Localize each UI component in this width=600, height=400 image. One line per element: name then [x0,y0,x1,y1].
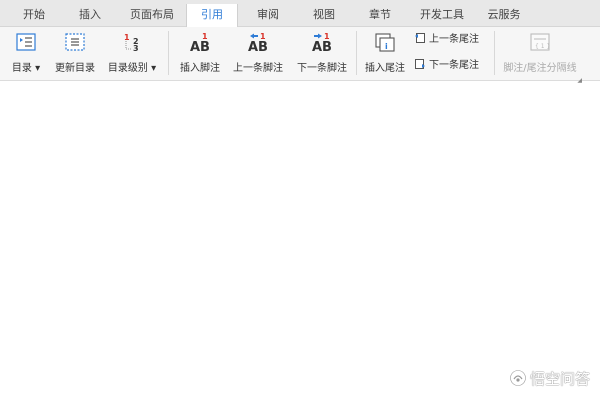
next-footnote-button[interactable]: 1 AB 下一条脚注 [292,29,352,77]
ribbon-separator [356,31,357,75]
next-endnote-label: 下一条尾注 [429,60,479,71]
svg-text:AB: AB [248,40,268,52]
insert-footnote-label: 插入脚注 [180,63,220,74]
toc-button[interactable]: 目录 ▾ [6,29,46,77]
dialog-launcher-icon[interactable]: ◢ [577,77,582,84]
svg-text:i: i [385,42,388,51]
toc-icon [16,33,36,51]
watermark: 悟空问答 [509,368,590,388]
prev-endnote-icon [415,33,425,43]
toc-level-button[interactable]: 1 2 3 目录级别 ▾ [104,29,160,77]
update-toc-icon [65,33,85,51]
svg-text:1: 1 [124,33,130,42]
svg-text:AB: AB [312,40,332,52]
watermark-text: 悟空问答 [529,370,590,388]
tab-page-layout[interactable]: 页面布局 [122,4,182,26]
ribbon-separator [168,31,169,75]
wukong-logo-icon [509,369,527,387]
next-footnote-icon: 1 AB [312,32,332,52]
toc-label: 目录 ▾ [11,63,41,74]
prev-endnote-button[interactable]: 上一条尾注 [414,32,479,48]
tab-review[interactable]: 审阅 [246,4,290,26]
footnote-separator-label: 脚注/尾注分隔线 [503,63,577,74]
prev-footnote-icon: 1 AB [248,32,268,52]
prev-endnote-label: 上一条尾注 [429,34,479,45]
tab-insert[interactable]: 插入 [68,4,112,26]
insert-endnote-label: 插入尾注 [365,63,405,74]
prev-footnote-button[interactable]: 1 AB 上一条脚注 [228,29,288,77]
svg-text:AB: AB [190,40,210,52]
insert-endnote-icon: i [375,33,395,52]
tab-sections[interactable]: 章节 [358,4,402,26]
footnote-separator-button[interactable]: { 1 } 脚注/尾注分隔线 [498,29,582,77]
toc-level-icon: 1 2 3 [124,33,139,52]
svg-text:{ 1 }: { 1 } [535,43,550,50]
update-toc-label: 更新目录 [55,63,95,74]
next-footnote-label: 下一条脚注 [297,63,347,74]
references-ribbon: 目录 ▾ 更新目录 1 2 3 目录级别 ▾ 1 AB 插入脚注 1 AB 上一… [0,27,600,84]
tab-references[interactable]: 引用 [186,4,238,27]
next-endnote-icon [415,59,425,69]
separator-line-icon: { 1 } [530,33,550,51]
insert-endnote-button[interactable]: i 插入尾注 [360,29,410,77]
tab-developer-tools[interactable]: 开发工具 [412,4,472,26]
toc-level-label: 目录级别 ▾ [107,63,157,74]
ribbon-tab-bar: 开始 插入 页面布局 引用 审阅 视图 章节 开发工具 云服务 [0,0,600,27]
tab-home[interactable]: 开始 [12,4,56,26]
next-endnote-button[interactable]: 下一条尾注 [414,58,479,74]
prev-footnote-label: 上一条脚注 [233,63,283,74]
update-toc-button[interactable]: 更新目录 [50,29,100,77]
tab-cloud-services[interactable]: 云服务 [480,4,528,26]
ribbon-separator [494,31,495,75]
svg-text:3: 3 [133,44,139,52]
tab-view[interactable]: 视图 [302,4,346,26]
insert-footnote-button[interactable]: 1 AB 插入脚注 [174,29,226,77]
insert-footnote-icon: 1 AB [190,32,210,52]
